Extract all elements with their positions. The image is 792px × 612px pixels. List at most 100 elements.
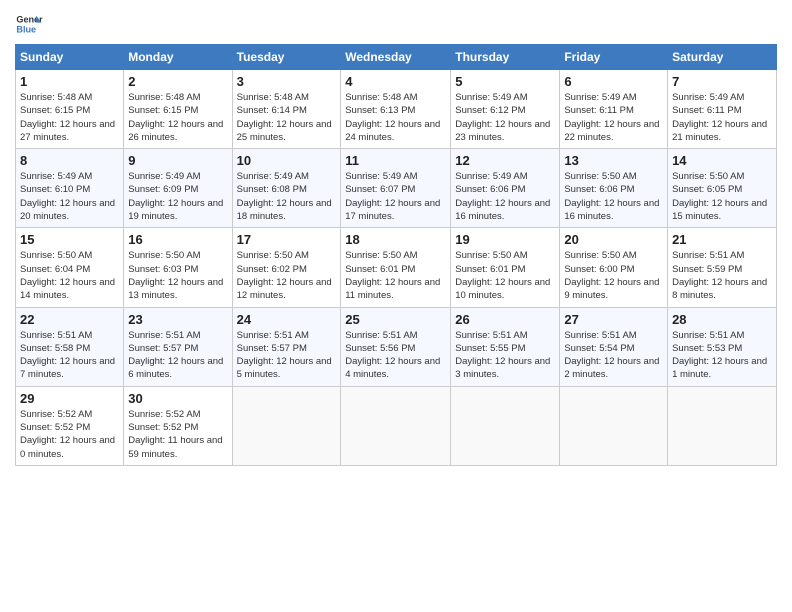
calendar-cell: 18 Sunrise: 5:50 AM Sunset: 6:01 PM Dayl… <box>341 228 451 307</box>
day-number: 5 <box>455 74 555 89</box>
calendar-cell: 23 Sunrise: 5:51 AM Sunset: 5:57 PM Dayl… <box>124 307 232 386</box>
day-number: 1 <box>20 74 119 89</box>
calendar-cell: 17 Sunrise: 5:50 AM Sunset: 6:02 PM Dayl… <box>232 228 341 307</box>
calendar-cell: 22 Sunrise: 5:51 AM Sunset: 5:58 PM Dayl… <box>16 307 124 386</box>
day-number: 9 <box>128 153 227 168</box>
sunrise-label: Sunrise: 5:48 AM <box>128 92 200 103</box>
sunrise-label: Sunrise: 5:49 AM <box>564 92 636 103</box>
sunrise-label: Sunrise: 5:50 AM <box>455 250 527 261</box>
day-info: Sunrise: 5:48 AM Sunset: 6:13 PM Dayligh… <box>345 91 446 144</box>
day-info: Sunrise: 5:51 AM Sunset: 5:57 PM Dayligh… <box>237 329 337 382</box>
col-header-monday: Monday <box>124 45 232 70</box>
sunrise-label: Sunrise: 5:50 AM <box>345 250 417 261</box>
sunset-label: Sunset: 5:53 PM <box>672 343 742 354</box>
calendar-cell: 19 Sunrise: 5:50 AM Sunset: 6:01 PM Dayl… <box>451 228 560 307</box>
sunset-label: Sunset: 6:10 PM <box>20 184 90 195</box>
sunset-label: Sunset: 6:02 PM <box>237 264 307 275</box>
daylight-label: Daylight: 12 hours and 17 minutes. <box>345 198 440 222</box>
calendar-cell: 26 Sunrise: 5:51 AM Sunset: 5:55 PM Dayl… <box>451 307 560 386</box>
calendar-cell: 4 Sunrise: 5:48 AM Sunset: 6:13 PM Dayli… <box>341 70 451 149</box>
day-info: Sunrise: 5:50 AM Sunset: 6:00 PM Dayligh… <box>564 249 663 302</box>
calendar-week-row: 15 Sunrise: 5:50 AM Sunset: 6:04 PM Dayl… <box>16 228 777 307</box>
sunrise-label: Sunrise: 5:50 AM <box>128 250 200 261</box>
calendar-week-row: 1 Sunrise: 5:48 AM Sunset: 6:15 PM Dayli… <box>16 70 777 149</box>
day-number: 24 <box>237 312 337 327</box>
day-info: Sunrise: 5:48 AM Sunset: 6:15 PM Dayligh… <box>20 91 119 144</box>
sunrise-label: Sunrise: 5:49 AM <box>20 171 92 182</box>
sunset-label: Sunset: 5:52 PM <box>128 422 198 433</box>
day-number: 14 <box>672 153 772 168</box>
sunrise-label: Sunrise: 5:51 AM <box>564 330 636 341</box>
sunset-label: Sunset: 5:55 PM <box>455 343 525 354</box>
sunrise-label: Sunrise: 5:48 AM <box>20 92 92 103</box>
day-number: 29 <box>20 391 119 406</box>
day-info: Sunrise: 5:52 AM Sunset: 5:52 PM Dayligh… <box>20 408 119 461</box>
sunrise-label: Sunrise: 5:48 AM <box>237 92 309 103</box>
sunrise-label: Sunrise: 5:50 AM <box>20 250 92 261</box>
sunset-label: Sunset: 6:08 PM <box>237 184 307 195</box>
sunrise-label: Sunrise: 5:51 AM <box>345 330 417 341</box>
sunrise-label: Sunrise: 5:49 AM <box>672 92 744 103</box>
calendar-cell: 14 Sunrise: 5:50 AM Sunset: 6:05 PM Dayl… <box>668 149 777 228</box>
sunset-label: Sunset: 5:58 PM <box>20 343 90 354</box>
sunrise-label: Sunrise: 5:50 AM <box>564 171 636 182</box>
day-info: Sunrise: 5:49 AM Sunset: 6:07 PM Dayligh… <box>345 170 446 223</box>
day-info: Sunrise: 5:51 AM Sunset: 5:54 PM Dayligh… <box>564 329 663 382</box>
day-number: 21 <box>672 232 772 247</box>
daylight-label: Daylight: 12 hours and 24 minutes. <box>345 119 440 143</box>
sunset-label: Sunset: 6:15 PM <box>20 105 90 116</box>
sunset-label: Sunset: 6:07 PM <box>345 184 415 195</box>
sunset-label: Sunset: 6:01 PM <box>345 264 415 275</box>
sunset-label: Sunset: 6:14 PM <box>237 105 307 116</box>
day-number: 26 <box>455 312 555 327</box>
calendar-cell: 7 Sunrise: 5:49 AM Sunset: 6:11 PM Dayli… <box>668 70 777 149</box>
sunset-label: Sunset: 5:56 PM <box>345 343 415 354</box>
calendar-cell: 8 Sunrise: 5:49 AM Sunset: 6:10 PM Dayli… <box>16 149 124 228</box>
day-info: Sunrise: 5:51 AM Sunset: 5:55 PM Dayligh… <box>455 329 555 382</box>
daylight-label: Daylight: 12 hours and 7 minutes. <box>20 356 115 380</box>
day-number: 22 <box>20 312 119 327</box>
day-info: Sunrise: 5:48 AM Sunset: 6:15 PM Dayligh… <box>128 91 227 144</box>
sunset-label: Sunset: 5:54 PM <box>564 343 634 354</box>
daylight-label: Daylight: 12 hours and 3 minutes. <box>455 356 550 380</box>
sunset-label: Sunset: 6:05 PM <box>672 184 742 195</box>
calendar-week-row: 8 Sunrise: 5:49 AM Sunset: 6:10 PM Dayli… <box>16 149 777 228</box>
calendar-cell: 2 Sunrise: 5:48 AM Sunset: 6:15 PM Dayli… <box>124 70 232 149</box>
sunrise-label: Sunrise: 5:52 AM <box>20 409 92 420</box>
sunrise-label: Sunrise: 5:50 AM <box>564 250 636 261</box>
calendar-cell <box>232 386 341 465</box>
day-number: 2 <box>128 74 227 89</box>
daylight-label: Daylight: 12 hours and 0 minutes. <box>20 435 115 459</box>
day-number: 6 <box>564 74 663 89</box>
calendar-cell: 10 Sunrise: 5:49 AM Sunset: 6:08 PM Dayl… <box>232 149 341 228</box>
daylight-label: Daylight: 12 hours and 6 minutes. <box>128 356 223 380</box>
daylight-label: Daylight: 12 hours and 4 minutes. <box>345 356 440 380</box>
day-number: 27 <box>564 312 663 327</box>
calendar-cell: 21 Sunrise: 5:51 AM Sunset: 5:59 PM Dayl… <box>668 228 777 307</box>
day-number: 13 <box>564 153 663 168</box>
calendar-cell: 27 Sunrise: 5:51 AM Sunset: 5:54 PM Dayl… <box>560 307 668 386</box>
sunrise-label: Sunrise: 5:51 AM <box>672 250 744 261</box>
sunrise-label: Sunrise: 5:51 AM <box>128 330 200 341</box>
sunset-label: Sunset: 6:12 PM <box>455 105 525 116</box>
col-header-wednesday: Wednesday <box>341 45 451 70</box>
day-info: Sunrise: 5:50 AM Sunset: 6:02 PM Dayligh… <box>237 249 337 302</box>
sunrise-label: Sunrise: 5:49 AM <box>455 92 527 103</box>
day-number: 16 <box>128 232 227 247</box>
sunrise-label: Sunrise: 5:49 AM <box>345 171 417 182</box>
sunrise-label: Sunrise: 5:49 AM <box>237 171 309 182</box>
day-number: 30 <box>128 391 227 406</box>
daylight-label: Daylight: 12 hours and 16 minutes. <box>455 198 550 222</box>
day-info: Sunrise: 5:51 AM Sunset: 5:57 PM Dayligh… <box>128 329 227 382</box>
daylight-label: Daylight: 12 hours and 26 minutes. <box>128 119 223 143</box>
day-info: Sunrise: 5:49 AM Sunset: 6:06 PM Dayligh… <box>455 170 555 223</box>
calendar-cell: 12 Sunrise: 5:49 AM Sunset: 6:06 PM Dayl… <box>451 149 560 228</box>
day-number: 12 <box>455 153 555 168</box>
sunset-label: Sunset: 6:03 PM <box>128 264 198 275</box>
sunset-label: Sunset: 6:00 PM <box>564 264 634 275</box>
day-info: Sunrise: 5:52 AM Sunset: 5:52 PM Dayligh… <box>128 408 227 461</box>
daylight-label: Daylight: 12 hours and 18 minutes. <box>237 198 332 222</box>
day-number: 25 <box>345 312 446 327</box>
calendar-cell <box>668 386 777 465</box>
daylight-label: Daylight: 12 hours and 2 minutes. <box>564 356 659 380</box>
